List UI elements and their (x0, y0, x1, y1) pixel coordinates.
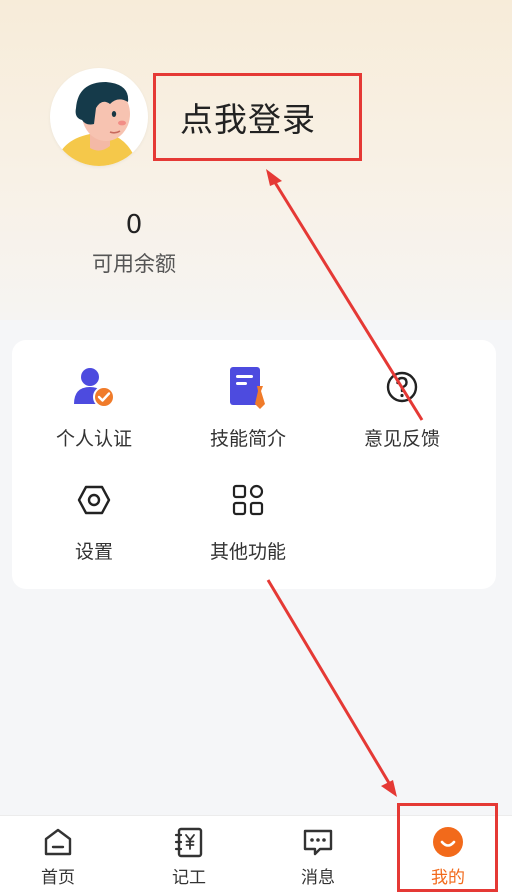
tab-label: 消息 (301, 868, 335, 888)
tab-home[interactable]: 首页 (8, 816, 108, 895)
menu-item-label: 其他功能 (209, 541, 286, 563)
tab-record[interactable]: 记工 (139, 816, 239, 895)
settings-hex-icon (71, 477, 117, 523)
menu-item-skills[interactable]: 技能简介 (171, 364, 325, 451)
menu-item-other[interactable]: 其他功能 (171, 477, 325, 564)
tab-messages[interactable]: 消息 (268, 816, 368, 895)
message-icon (301, 825, 335, 859)
me-tab-highlight (397, 803, 498, 892)
menu-item-verification[interactable]: 个人认证 (17, 364, 171, 451)
home-icon (41, 825, 75, 859)
menu-item-feedback[interactable]: 意见反馈 (325, 364, 479, 451)
menu-item-label: 个人认证 (55, 428, 132, 450)
login-button[interactable]: 点我登录 (153, 73, 362, 161)
skill-doc-icon (225, 364, 271, 410)
grid-apps-icon (225, 477, 271, 523)
avatar[interactable] (50, 68, 148, 166)
question-icon (379, 364, 425, 410)
ledger-yen-icon (172, 825, 206, 859)
tab-label: 首页 (41, 868, 75, 888)
arrow-head-down (381, 780, 397, 797)
menu-item-label: 设置 (74, 541, 113, 563)
menu-item-label: 意见反馈 (363, 428, 440, 450)
login-label: 点我登录 (180, 100, 316, 139)
avatar-illustration-icon (55, 82, 138, 166)
balance-value[interactable]: 0 (84, 210, 184, 240)
tab-label: 记工 (172, 868, 206, 888)
menu-item-label: 技能简介 (209, 428, 286, 450)
balance-label[interactable]: 可用余额 (74, 248, 194, 278)
function-card: 个人认证 技能简介 意见反馈 设置 其他功能 (12, 340, 496, 589)
arrow-to-me-tab (266, 579, 394, 789)
verified-user-icon (71, 364, 117, 410)
menu-item-settings[interactable]: 设置 (17, 477, 171, 564)
